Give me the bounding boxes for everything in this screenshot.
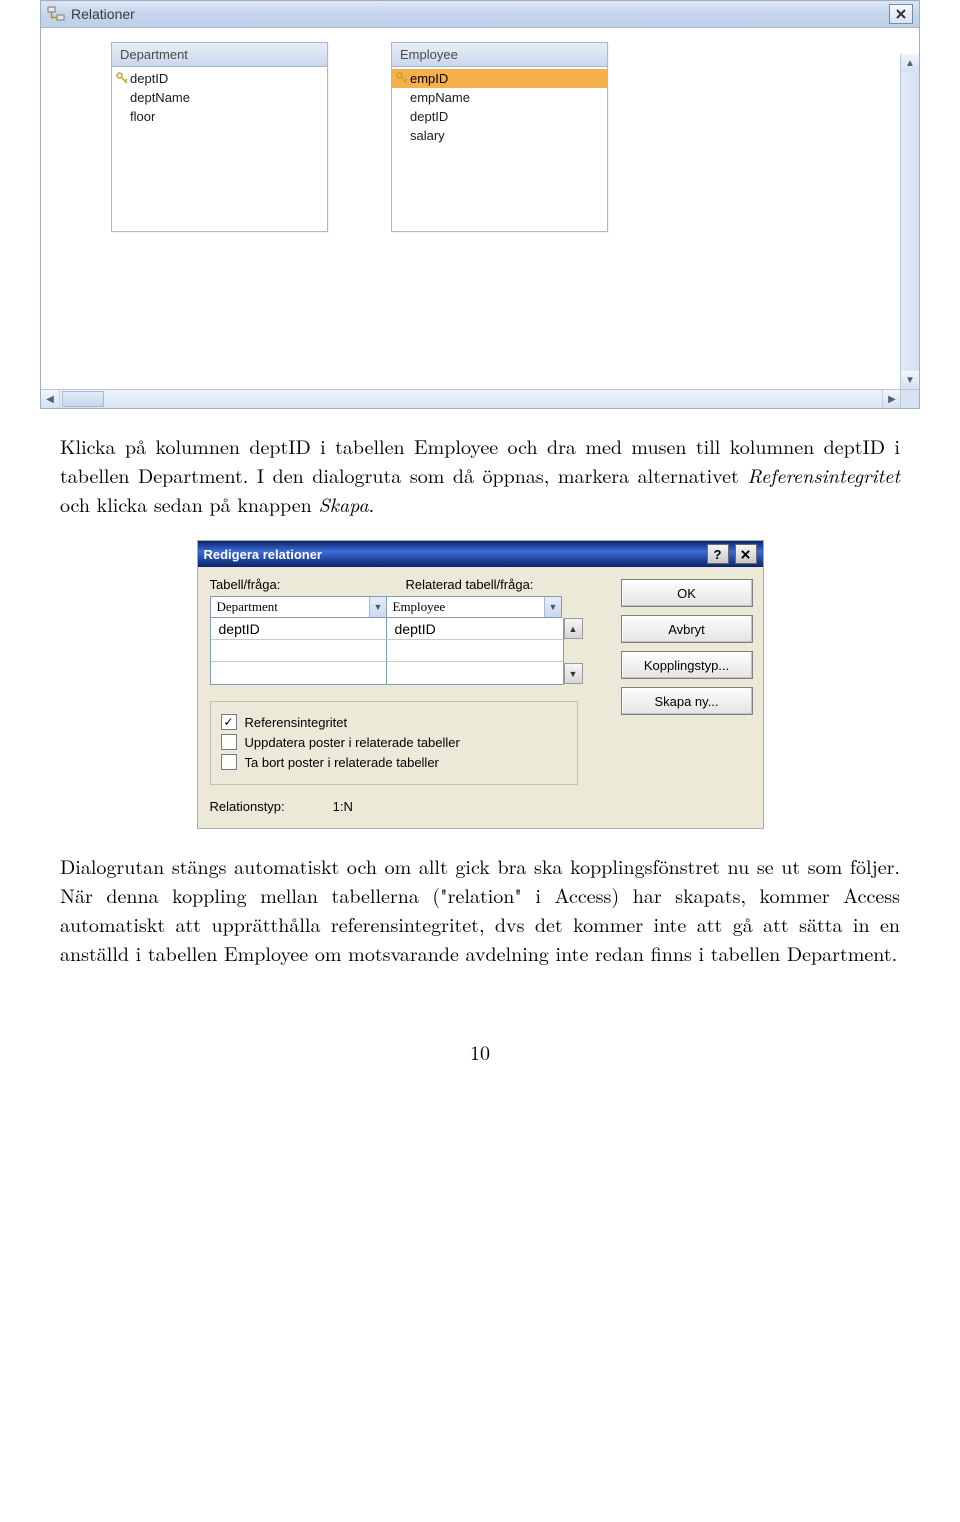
jointype-button[interactable]: Kopplingstyp... [621, 651, 753, 679]
relationtype-label: Relationstyp: [210, 799, 285, 814]
checkbox-row[interactable]: ✓ Referensintegritet [221, 714, 567, 730]
key-icon [396, 72, 408, 84]
checkbox[interactable]: ✓ [221, 714, 237, 730]
relationtype-value: 1:N [333, 799, 353, 814]
table-field[interactable]: floor [112, 107, 327, 126]
scroll-left-button[interactable]: ◀ [41, 390, 60, 408]
scroll-down-button[interactable]: ▼ [564, 663, 583, 684]
paragraph-italic: Skapa [318, 489, 368, 518]
checkbox-label: Uppdatera poster i relaterade tabeller [245, 735, 460, 750]
options-fieldset: ✓ Referensintegritet Uppdatera poster i … [210, 701, 578, 785]
related-table-combo-input[interactable] [387, 597, 545, 617]
table-field-list: empID empName deptID salary [392, 67, 607, 231]
relations-title: Relationer [71, 6, 135, 22]
map-empty-cell[interactable] [211, 662, 387, 684]
scroll-down-button[interactable]: ▼ [901, 371, 919, 389]
chevron-down-icon[interactable]: ▼ [544, 597, 560, 617]
checkbox-row[interactable]: Ta bort poster i relaterade tabeller [221, 754, 567, 770]
horizontal-scrollbar[interactable]: ◀ ▶ [41, 389, 901, 408]
table-field-list: deptID deptName floor [112, 67, 327, 231]
paragraph-1: Klicka på kolumnen deptID i tabellen Emp… [60, 431, 900, 518]
table-field[interactable]: deptID [392, 107, 607, 126]
table-field[interactable]: deptName [112, 88, 327, 107]
table-header[interactable]: Department [112, 43, 327, 67]
paragraph-italic: Referensintegritet [747, 460, 900, 489]
field-label: deptName [130, 90, 190, 105]
map-empty-cell[interactable] [387, 662, 563, 684]
paragraph-text: . [369, 489, 375, 518]
ok-button[interactable]: OK [621, 579, 753, 607]
checkbox-label: Referensintegritet [245, 715, 348, 730]
field-label: floor [130, 109, 155, 124]
checkbox[interactable] [221, 734, 237, 750]
checkbox-row[interactable]: Uppdatera poster i relaterade tabeller [221, 734, 567, 750]
dialog-title: Redigera relationer [204, 547, 323, 562]
table-combo-input[interactable] [211, 597, 370, 617]
edit-relations-dialog: Redigera relationer ? Tabell/fråga: Rela… [197, 540, 764, 829]
field-label: salary [410, 128, 445, 143]
scroll-corner [900, 389, 919, 408]
checkbox-label: Ta bort poster i relaterade tabeller [245, 755, 439, 770]
dialog-titlebar[interactable]: Redigera relationer ? [198, 541, 763, 567]
table-field[interactable]: empID [392, 69, 607, 88]
scroll-thumb[interactable] [62, 391, 104, 407]
field-label: deptID [130, 71, 168, 86]
page-number: 10 [0, 1037, 960, 1066]
scroll-up-button[interactable]: ▲ [564, 618, 583, 639]
cancel-button[interactable]: Avbryt [621, 615, 753, 643]
checkbox[interactable] [221, 754, 237, 770]
create-new-button[interactable]: Skapa ny... [621, 687, 753, 715]
table-field[interactable]: empName [392, 88, 607, 107]
paragraph-2: Dialogrutan stängs automatiskt och om al… [60, 851, 900, 967]
map-empty-cell[interactable] [387, 640, 563, 662]
key-icon [116, 72, 128, 84]
table-header[interactable]: Employee [392, 43, 607, 67]
table-box-department[interactable]: Department deptID deptName floor [111, 42, 328, 232]
table-field[interactable]: salary [392, 126, 607, 145]
help-button[interactable]: ? [707, 544, 729, 564]
field-mapping-grid[interactable]: deptID deptID ▲ ▼ [210, 618, 564, 685]
relations-close-button[interactable] [889, 4, 913, 24]
relations-window: Relationer Department deptID deptName fl… [40, 0, 920, 409]
map-empty-cell[interactable] [211, 640, 387, 662]
related-table-combo[interactable]: ▼ [386, 596, 562, 618]
relations-titlebar[interactable]: Relationer [41, 1, 919, 28]
table-field[interactable]: deptID [112, 69, 327, 88]
related-table-label: Relaterad tabell/fråga: [406, 577, 534, 592]
field-label: deptID [410, 109, 448, 124]
scroll-right-button[interactable]: ▶ [882, 390, 901, 408]
relations-icon [47, 5, 65, 23]
table-label: Tabell/fråga: [210, 577, 386, 592]
mapping-scrollbar[interactable]: ▲ ▼ [564, 618, 583, 684]
chevron-down-icon[interactable]: ▼ [369, 597, 385, 617]
map-left-cell[interactable]: deptID [211, 618, 387, 640]
table-combo[interactable]: ▼ [210, 596, 386, 618]
field-label: empID [410, 71, 448, 86]
close-button[interactable] [735, 544, 757, 564]
field-label: empName [410, 90, 470, 105]
relations-body: Department deptID deptName floor Employe… [41, 28, 919, 408]
vertical-scrollbar[interactable]: ▲ ▼ [900, 54, 919, 389]
scroll-up-button[interactable]: ▲ [901, 54, 919, 72]
table-box-employee[interactable]: Employee empID empName deptID salary [391, 42, 608, 232]
paragraph-text: och klicka sedan på knappen [60, 489, 318, 518]
map-right-cell[interactable]: deptID [387, 618, 563, 640]
